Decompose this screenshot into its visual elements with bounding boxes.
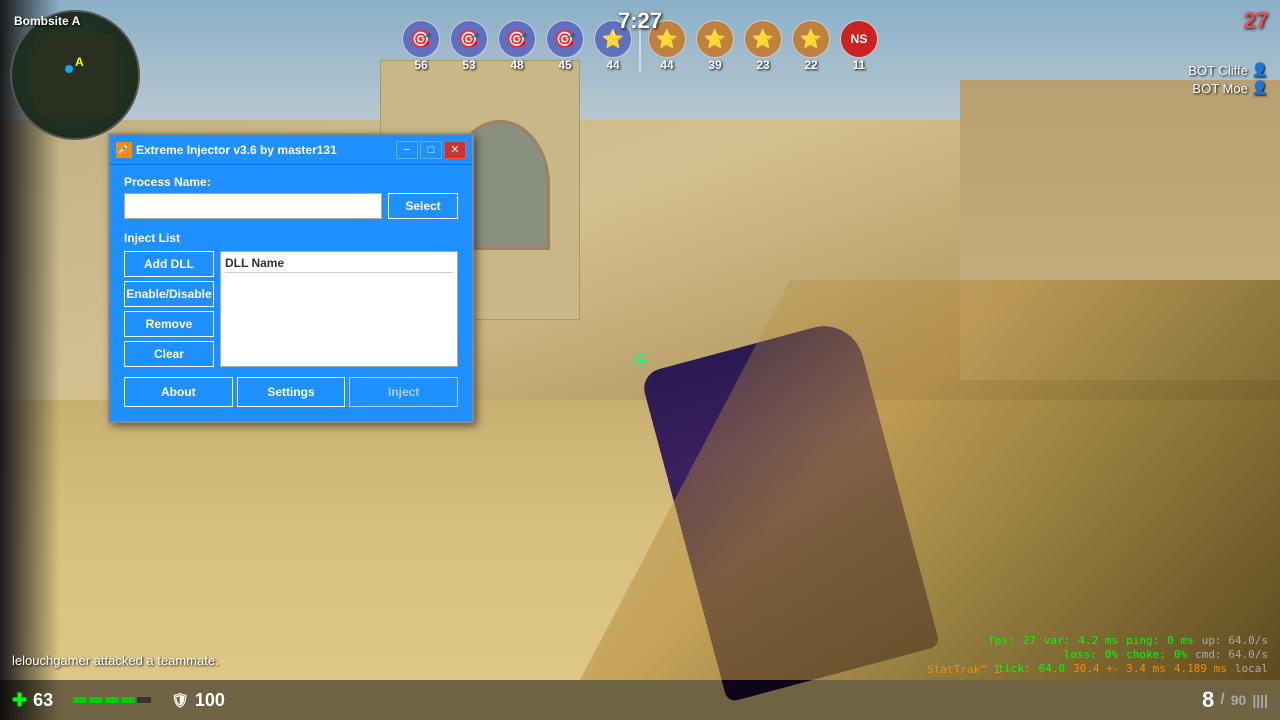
inject-list-label: Inject List bbox=[124, 231, 458, 245]
window-footer: About Settings Inject bbox=[124, 377, 458, 411]
inject-buttons-panel: Add DLL Enable/Disable Remove Clear bbox=[124, 251, 214, 367]
remove-button[interactable]: Remove bbox=[124, 311, 214, 337]
settings-button[interactable]: Settings bbox=[237, 377, 346, 407]
enable-disable-button[interactable]: Enable/Disable bbox=[124, 281, 214, 307]
window-titlebar: 💉 Extreme Injector v3.6 by master131 − □… bbox=[110, 135, 472, 165]
clear-button[interactable]: Clear bbox=[124, 341, 214, 367]
minimize-button[interactable]: − bbox=[396, 141, 418, 159]
select-button[interactable]: Select bbox=[388, 193, 458, 219]
window-title: Extreme Injector v3.6 by master131 bbox=[136, 143, 337, 157]
window-controls: − □ ✕ bbox=[396, 141, 466, 159]
process-row: Select bbox=[124, 193, 458, 219]
window-app-icon: 💉 bbox=[116, 142, 132, 158]
close-button[interactable]: ✕ bbox=[444, 141, 466, 159]
about-button[interactable]: About bbox=[124, 377, 233, 407]
maximize-button[interactable]: □ bbox=[420, 141, 442, 159]
process-label: Process Name: bbox=[124, 175, 458, 189]
inject-button[interactable]: Inject bbox=[349, 377, 458, 407]
dll-list-box: DLL Name bbox=[220, 251, 458, 367]
injector-window: 💉 Extreme Injector v3.6 by master131 − □… bbox=[108, 133, 474, 423]
process-input[interactable] bbox=[124, 193, 382, 219]
window-body: Process Name: Select Inject List Add DLL… bbox=[110, 165, 472, 421]
title-left: 💉 Extreme Injector v3.6 by master131 bbox=[116, 142, 337, 158]
inject-list-area: Add DLL Enable/Disable Remove Clear DLL … bbox=[124, 251, 458, 367]
add-dll-button[interactable]: Add DLL bbox=[124, 251, 214, 277]
dll-name-header: DLL Name bbox=[225, 256, 453, 273]
vignette-left bbox=[0, 0, 60, 720]
